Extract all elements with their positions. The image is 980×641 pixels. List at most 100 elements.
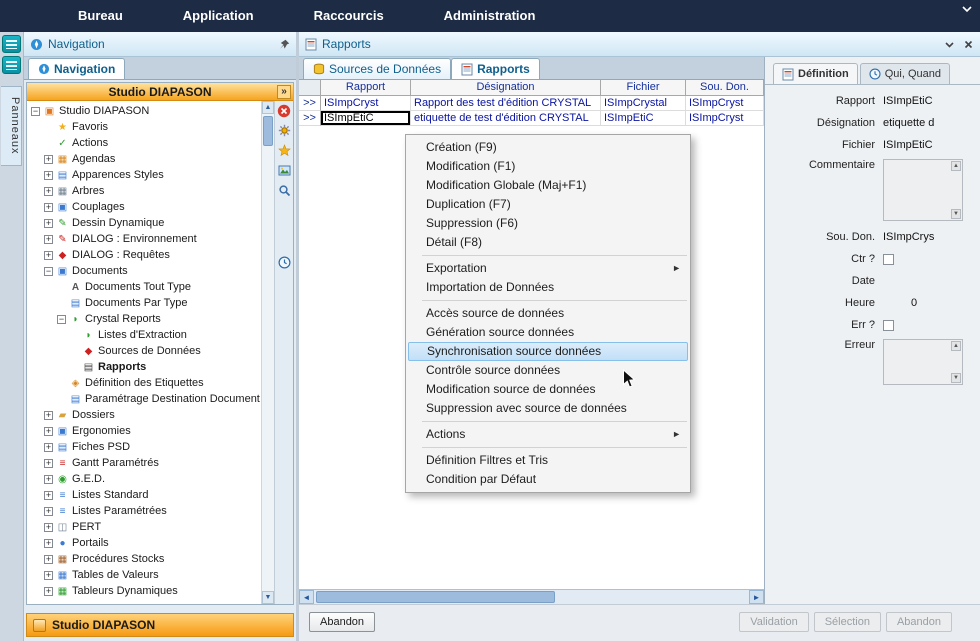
expand-toggle[interactable]: +	[44, 475, 53, 484]
tree-item[interactable]: ✓Actions	[27, 135, 261, 151]
tree-item[interactable]: +▦Agendas	[27, 151, 261, 167]
tab-rapports[interactable]: Rapports	[451, 58, 540, 79]
table-row[interactable]: >>ISImpEtiCetiquette de test d'édition C…	[299, 111, 764, 126]
panel-toggle-2-icon[interactable]	[2, 56, 21, 74]
scroll-left-icon[interactable]: ◄	[299, 590, 314, 604]
column-header[interactable]: Rapport	[321, 80, 411, 95]
tree-item[interactable]: +◆DIALOG : Requêtes	[27, 247, 261, 263]
menu-item[interactable]: Contrôle source données	[406, 361, 690, 380]
tree-item[interactable]: +▦Tables de Valeurs	[27, 567, 261, 583]
menu-item[interactable]: Définition Filtres et Tris	[406, 451, 690, 470]
menu-item[interactable]: Modification (F1)	[406, 157, 690, 176]
pin-icon[interactable]	[279, 39, 290, 50]
tree-item[interactable]: ▤Paramétrage Destination Document	[27, 391, 261, 407]
scroll-thumb[interactable]	[263, 116, 273, 146]
menubar-item[interactable]: Application	[153, 0, 284, 32]
tab-qui-quand[interactable]: Qui, Quand	[860, 63, 950, 84]
expand-toggle[interactable]: +	[44, 411, 53, 420]
tab-sources-de-donnees[interactable]: Sources de Données	[303, 58, 451, 79]
button-validation[interactable]: Validation	[739, 612, 809, 632]
column-header[interactable]: Désignation	[411, 80, 601, 95]
expand-toggle[interactable]: +	[44, 523, 53, 532]
window-menu-chevron-icon[interactable]	[944, 39, 955, 50]
menu-item[interactable]: Modification source de données	[406, 380, 690, 399]
tree-item[interactable]: ◗Listes d'Extraction	[27, 327, 261, 343]
table-cell[interactable]: ISImpEtiC	[321, 111, 411, 126]
designation-value[interactable]: etiquette d	[883, 117, 934, 129]
column-header[interactable]: Fichier	[601, 80, 686, 95]
tree-item[interactable]: +▣Couplages	[27, 199, 261, 215]
memo-scroll-up-icon[interactable]: ▲	[951, 341, 961, 351]
panneaux-vertical-tab[interactable]: Panneaux	[1, 86, 22, 166]
tree-item[interactable]: +≡Listes Paramétrées	[27, 503, 261, 519]
tree-item[interactable]: ◈Définition des Etiquettes	[27, 375, 261, 391]
abandon-button[interactable]: Abandon	[309, 612, 375, 632]
expand-toggle[interactable]: −	[31, 107, 40, 116]
panel-toggle-icon[interactable]	[2, 35, 21, 53]
expand-toggle[interactable]: +	[44, 507, 53, 516]
memo-scroll-up-icon[interactable]: ▲	[951, 161, 961, 171]
tree-item[interactable]: ▤Documents Par Type	[27, 295, 261, 311]
expand-toggle[interactable]: +	[44, 555, 53, 564]
image-icon[interactable]	[277, 163, 292, 178]
collapse-panel-button[interactable]: »	[277, 85, 291, 99]
settings-icon[interactable]	[277, 123, 292, 138]
expand-toggle[interactable]: +	[44, 571, 53, 580]
menubar-item[interactable]: Raccourcis	[284, 0, 414, 32]
memo-scroll-down-icon[interactable]: ▼	[951, 373, 961, 383]
hscroll-thumb[interactable]	[316, 591, 555, 603]
expand-toggle[interactable]: +	[44, 235, 53, 244]
table-cell[interactable]: Rapport des test d'édition CRYSTAL	[411, 96, 601, 111]
button-abandon[interactable]: Abandon	[886, 612, 952, 632]
expand-toggle[interactable]: +	[44, 187, 53, 196]
expand-toggle[interactable]: +	[44, 427, 53, 436]
table-cell[interactable]: ISImpCryst	[321, 96, 411, 111]
tree-scrollbar[interactable]: ▲ ▼	[261, 101, 274, 604]
tree-item[interactable]: +▣Ergonomies	[27, 423, 261, 439]
table-cell[interactable]: ISImpCrystal	[601, 96, 686, 111]
scroll-down-icon[interactable]: ▼	[262, 591, 274, 604]
table-cell[interactable]: ISImpCryst	[686, 96, 764, 111]
fichier-value[interactable]: ISImpEtiC	[883, 139, 933, 151]
tree-item[interactable]: ▤Rapports	[27, 359, 261, 375]
button-selection[interactable]: Sélection	[814, 612, 881, 632]
tree-item[interactable]: +◉G.E.D.	[27, 471, 261, 487]
scroll-track[interactable]	[262, 114, 274, 591]
err-checkbox[interactable]	[883, 320, 894, 331]
tree-item[interactable]: +✎Dessin Dynamique	[27, 215, 261, 231]
tab-navigation[interactable]: Navigation	[28, 58, 125, 79]
commentaire-textarea[interactable]: ▲ ▼	[883, 159, 963, 221]
tree-item[interactable]: −◗Crystal Reports	[27, 311, 261, 327]
expand-toggle[interactable]: +	[44, 443, 53, 452]
window-close-icon[interactable]	[963, 39, 974, 50]
ctr-checkbox[interactable]	[883, 254, 894, 265]
tree-item[interactable]: +≡Listes Standard	[27, 487, 261, 503]
menu-item[interactable]: Synchronisation source données	[408, 342, 688, 361]
tree-item[interactable]: −▣Documents	[27, 263, 261, 279]
menu-item[interactable]: Importation de Données	[406, 278, 690, 297]
tree-item[interactable]: +▦Arbres	[27, 183, 261, 199]
chevron-down-icon[interactable]	[960, 2, 974, 16]
tree-item[interactable]: ★Favoris	[27, 119, 261, 135]
menu-item[interactable]: Condition par Défaut	[406, 470, 690, 489]
studio-diapason-footer[interactable]: Studio DIAPASON	[26, 613, 294, 637]
heure-value[interactable]: 0	[911, 297, 917, 309]
table-row[interactable]: >>ISImpCrystRapport des test d'édition C…	[299, 96, 764, 111]
scroll-right-icon[interactable]: ►	[749, 590, 764, 604]
tree-item[interactable]: +✎DIALOG : Environnement	[27, 231, 261, 247]
menubar-item[interactable]: Administration	[414, 0, 566, 32]
expand-toggle[interactable]: +	[44, 491, 53, 500]
expand-toggle[interactable]: +	[44, 203, 53, 212]
table-cell[interactable]: etiquette de test d'édition CRYSTAL	[411, 111, 601, 126]
favorite-icon[interactable]	[277, 143, 292, 158]
menu-item[interactable]: Actions►	[406, 425, 690, 444]
menu-item[interactable]: Détail (F8)	[406, 233, 690, 252]
menu-item[interactable]: Duplication (F7)	[406, 195, 690, 214]
menu-item[interactable]: Suppression (F6)	[406, 214, 690, 233]
expand-toggle[interactable]: +	[44, 539, 53, 548]
expand-toggle[interactable]: +	[44, 155, 53, 164]
close-icon[interactable]	[277, 103, 292, 118]
horizontal-scrollbar[interactable]: ◄ ►	[299, 589, 764, 604]
expand-toggle[interactable]: −	[44, 267, 53, 276]
tree-item[interactable]: −▣Studio DIAPASON	[27, 103, 261, 119]
